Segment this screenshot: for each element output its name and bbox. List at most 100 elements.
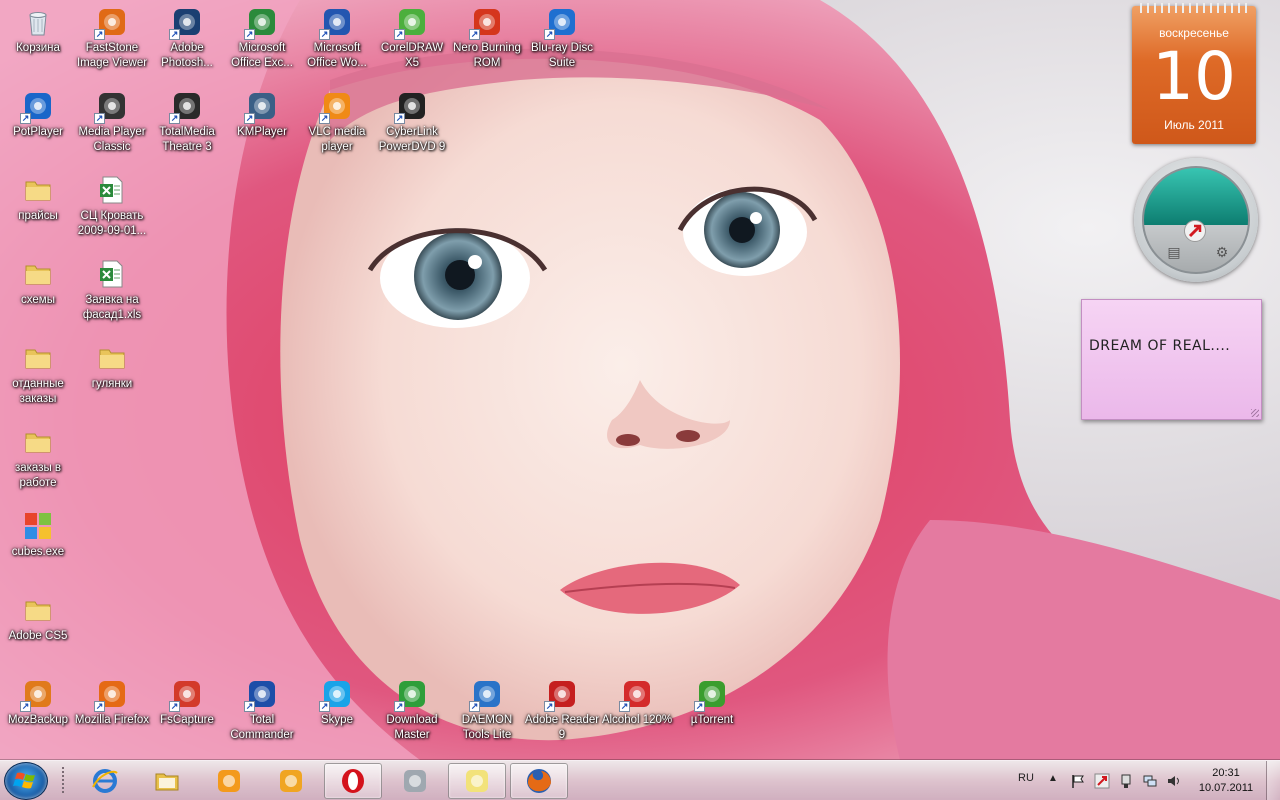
taskbar-button[interactable] — [448, 763, 506, 799]
desktop-icon-label: Total Commander — [230, 714, 294, 741]
recycle-bin-icon — [22, 6, 54, 38]
report-icon[interactable]: ▤ — [1164, 242, 1184, 262]
network-icon[interactable] — [1142, 773, 1158, 789]
taskbar-button[interactable] — [386, 763, 444, 799]
language-indicator[interactable]: RU — [1018, 772, 1034, 784]
nero-icon: ↗ — [469, 6, 503, 40]
desktop-icon[interactable]: ↗ Blu-ray Disc Suite — [524, 2, 600, 82]
calendar-gadget[interactable]: воскресенье 10 Июль 2011 — [1132, 3, 1256, 144]
desktop-icon[interactable]: ↗ Total Commander — [224, 674, 300, 754]
desktop-icon[interactable]: Корзина — [0, 2, 76, 82]
desktop-icon[interactable]: ↗ CorelDRAW X5 — [374, 2, 450, 82]
desktop-icon[interactable]: ↗ VLC media player — [299, 86, 375, 166]
desktop-icon[interactable]: ↗ Mozilla Firefox — [74, 674, 150, 754]
taskbar-button[interactable] — [324, 763, 382, 799]
desktop-icon[interactable]: ↗ Adobe Photosh... — [149, 2, 225, 82]
folder-icon — [22, 342, 54, 374]
calendar-month-year: Июль 2011 — [1164, 118, 1224, 132]
taskbar-button[interactable] — [200, 763, 258, 799]
adobe-reader-icon: ↗ — [544, 678, 578, 712]
desktop-icon[interactable]: Adobe CS5 — [0, 590, 76, 670]
desktop-icon[interactable]: ↗ Skype — [299, 674, 375, 754]
desktop-icon[interactable]: ↗ FsCapture — [149, 674, 225, 754]
desktop-icon[interactable]: ↗ Nero Burning ROM — [449, 2, 525, 82]
powerdvd-icon: ↗ — [394, 90, 428, 124]
sticky-note-text[interactable]: DREAM OF REAL.... — [1089, 338, 1230, 354]
desktop-icon-label: Microsoft Office Wo... — [307, 42, 367, 69]
safely-remove-hardware-icon[interactable] — [1118, 773, 1134, 789]
taskbar-button[interactable] — [138, 763, 196, 799]
photoshop-icon: ↗ — [169, 6, 203, 40]
clock[interactable]: 20:31 10.07.2011 — [1198, 766, 1254, 796]
desktop-icon[interactable]: прайсы — [0, 170, 76, 250]
desktop-icon[interactable]: ↗ MozBackup — [0, 674, 76, 754]
start-button[interactable] — [4, 762, 48, 800]
utorrent-icon: ↗ — [694, 678, 728, 712]
desktop-icon[interactable]: cubes.exe — [0, 506, 76, 586]
desktop-icon[interactable]: ↗ Media Player Classic — [74, 86, 150, 166]
resize-grip-icon[interactable] — [1251, 409, 1259, 417]
show-hidden-icons-icon[interactable]: ▲ — [1048, 773, 1058, 784]
desktop-icon[interactable]: ↗ µTorrent — [674, 674, 750, 754]
cubes-icon — [22, 510, 54, 542]
desktop-icon-label: прайсы — [18, 210, 58, 222]
desktop-icon[interactable]: ↗ DAEMON Tools Lite — [449, 674, 525, 754]
desktop-icon-label: CorelDRAW X5 — [380, 42, 444, 69]
desktop-icon[interactable]: СЦ Кровать 2009-09-01... — [74, 170, 150, 250]
desktop-icon-label: Adobe Photosh... — [161, 42, 213, 69]
sticky-note[interactable]: DREAM OF REAL.... — [1081, 299, 1262, 420]
desktop-icon-label: Microsoft Office Exc... — [231, 42, 293, 69]
desktop-icon[interactable]: ↗ Alcohol 120% — [599, 674, 675, 754]
desktop-icon[interactable]: ↗ Microsoft Office Exc... — [224, 2, 300, 82]
desktop-icon-label: µTorrent — [690, 714, 734, 726]
desktop-icon[interactable]: заказы в работе — [0, 422, 76, 502]
desktop-icon-label: Adobe CS5 — [8, 630, 68, 642]
desktop-icon[interactable]: ↗ PotPlayer — [0, 86, 76, 166]
settings-gear-icon[interactable]: ⚙ — [1212, 242, 1232, 262]
shortcut-arrow-icon: ↗ — [394, 29, 405, 40]
desktop-icon[interactable]: ↗ Microsoft Office Wo... — [299, 2, 375, 82]
folder-icon — [22, 174, 54, 206]
desktop-icon[interactable]: ↗ KMPlayer — [224, 86, 300, 166]
folder-icon — [22, 258, 54, 290]
excel-icon: ↗ — [244, 6, 278, 40]
calendar-day: 10 — [1152, 38, 1236, 115]
kaspersky-tray-icon[interactable] — [1094, 773, 1110, 789]
kaspersky-icon[interactable] — [1184, 220, 1206, 242]
taskbar-button[interactable] — [510, 763, 568, 799]
taskbar-button[interactable] — [76, 763, 134, 799]
desktop-icon[interactable]: схемы — [0, 254, 76, 334]
shortcut-arrow-icon: ↗ — [20, 701, 31, 712]
shortcut-arrow-icon: ↗ — [694, 701, 705, 712]
windows-logo-icon — [13, 772, 35, 789]
desktop-icon[interactable]: ↗ FastStone Image Viewer — [74, 2, 150, 82]
totalmedia-icon: ↗ — [169, 90, 203, 124]
mpc-icon: ↗ — [94, 90, 128, 124]
mozbackup-icon: ↗ — [20, 678, 54, 712]
potplayer-icon: ↗ — [20, 90, 54, 124]
desktop-icon[interactable]: ↗ TotalMedia Theatre 3 — [149, 86, 225, 166]
desktop-icon[interactable]: ↗ Adobe Reader 9 — [524, 674, 600, 754]
action-center-flag-icon[interactable] — [1070, 773, 1086, 789]
desktop-icon[interactable]: ↗ CyberLink PowerDVD 9 — [374, 86, 450, 166]
daemon-tools-icon: ↗ — [469, 678, 503, 712]
desktop-icon[interactable]: гулянки — [74, 338, 150, 418]
volume-icon[interactable] — [1166, 773, 1182, 789]
desktop-icon[interactable]: ↗ Download Master — [374, 674, 450, 754]
taskbar-button[interactable] — [262, 763, 320, 799]
desktop-icon[interactable]: Заявка на фасад1.xls — [74, 254, 150, 334]
taskbar-grip[interactable] — [62, 767, 64, 795]
word-icon: ↗ — [319, 6, 353, 40]
desktop-icon-label: MozBackup — [7, 714, 69, 726]
desktop-icon-label: Заявка на фасад1.xls — [82, 294, 142, 321]
winamp-icon — [277, 767, 305, 795]
desktop-icon-label: KMPlayer — [237, 126, 287, 138]
coreldraw-icon: ↗ — [394, 6, 428, 40]
show-desktop-button[interactable] — [1266, 761, 1280, 800]
desktop-icon[interactable]: отданные заказы — [0, 338, 76, 418]
system-tray: RU ▲ 20:31 10.07.2011 — [1008, 761, 1280, 800]
kaspersky-gadget[interactable]: ▤ ⚙ — [1134, 158, 1258, 282]
shortcut-arrow-icon: ↗ — [169, 113, 180, 124]
opera-icon — [339, 767, 367, 795]
internet-explorer-icon — [91, 767, 119, 795]
